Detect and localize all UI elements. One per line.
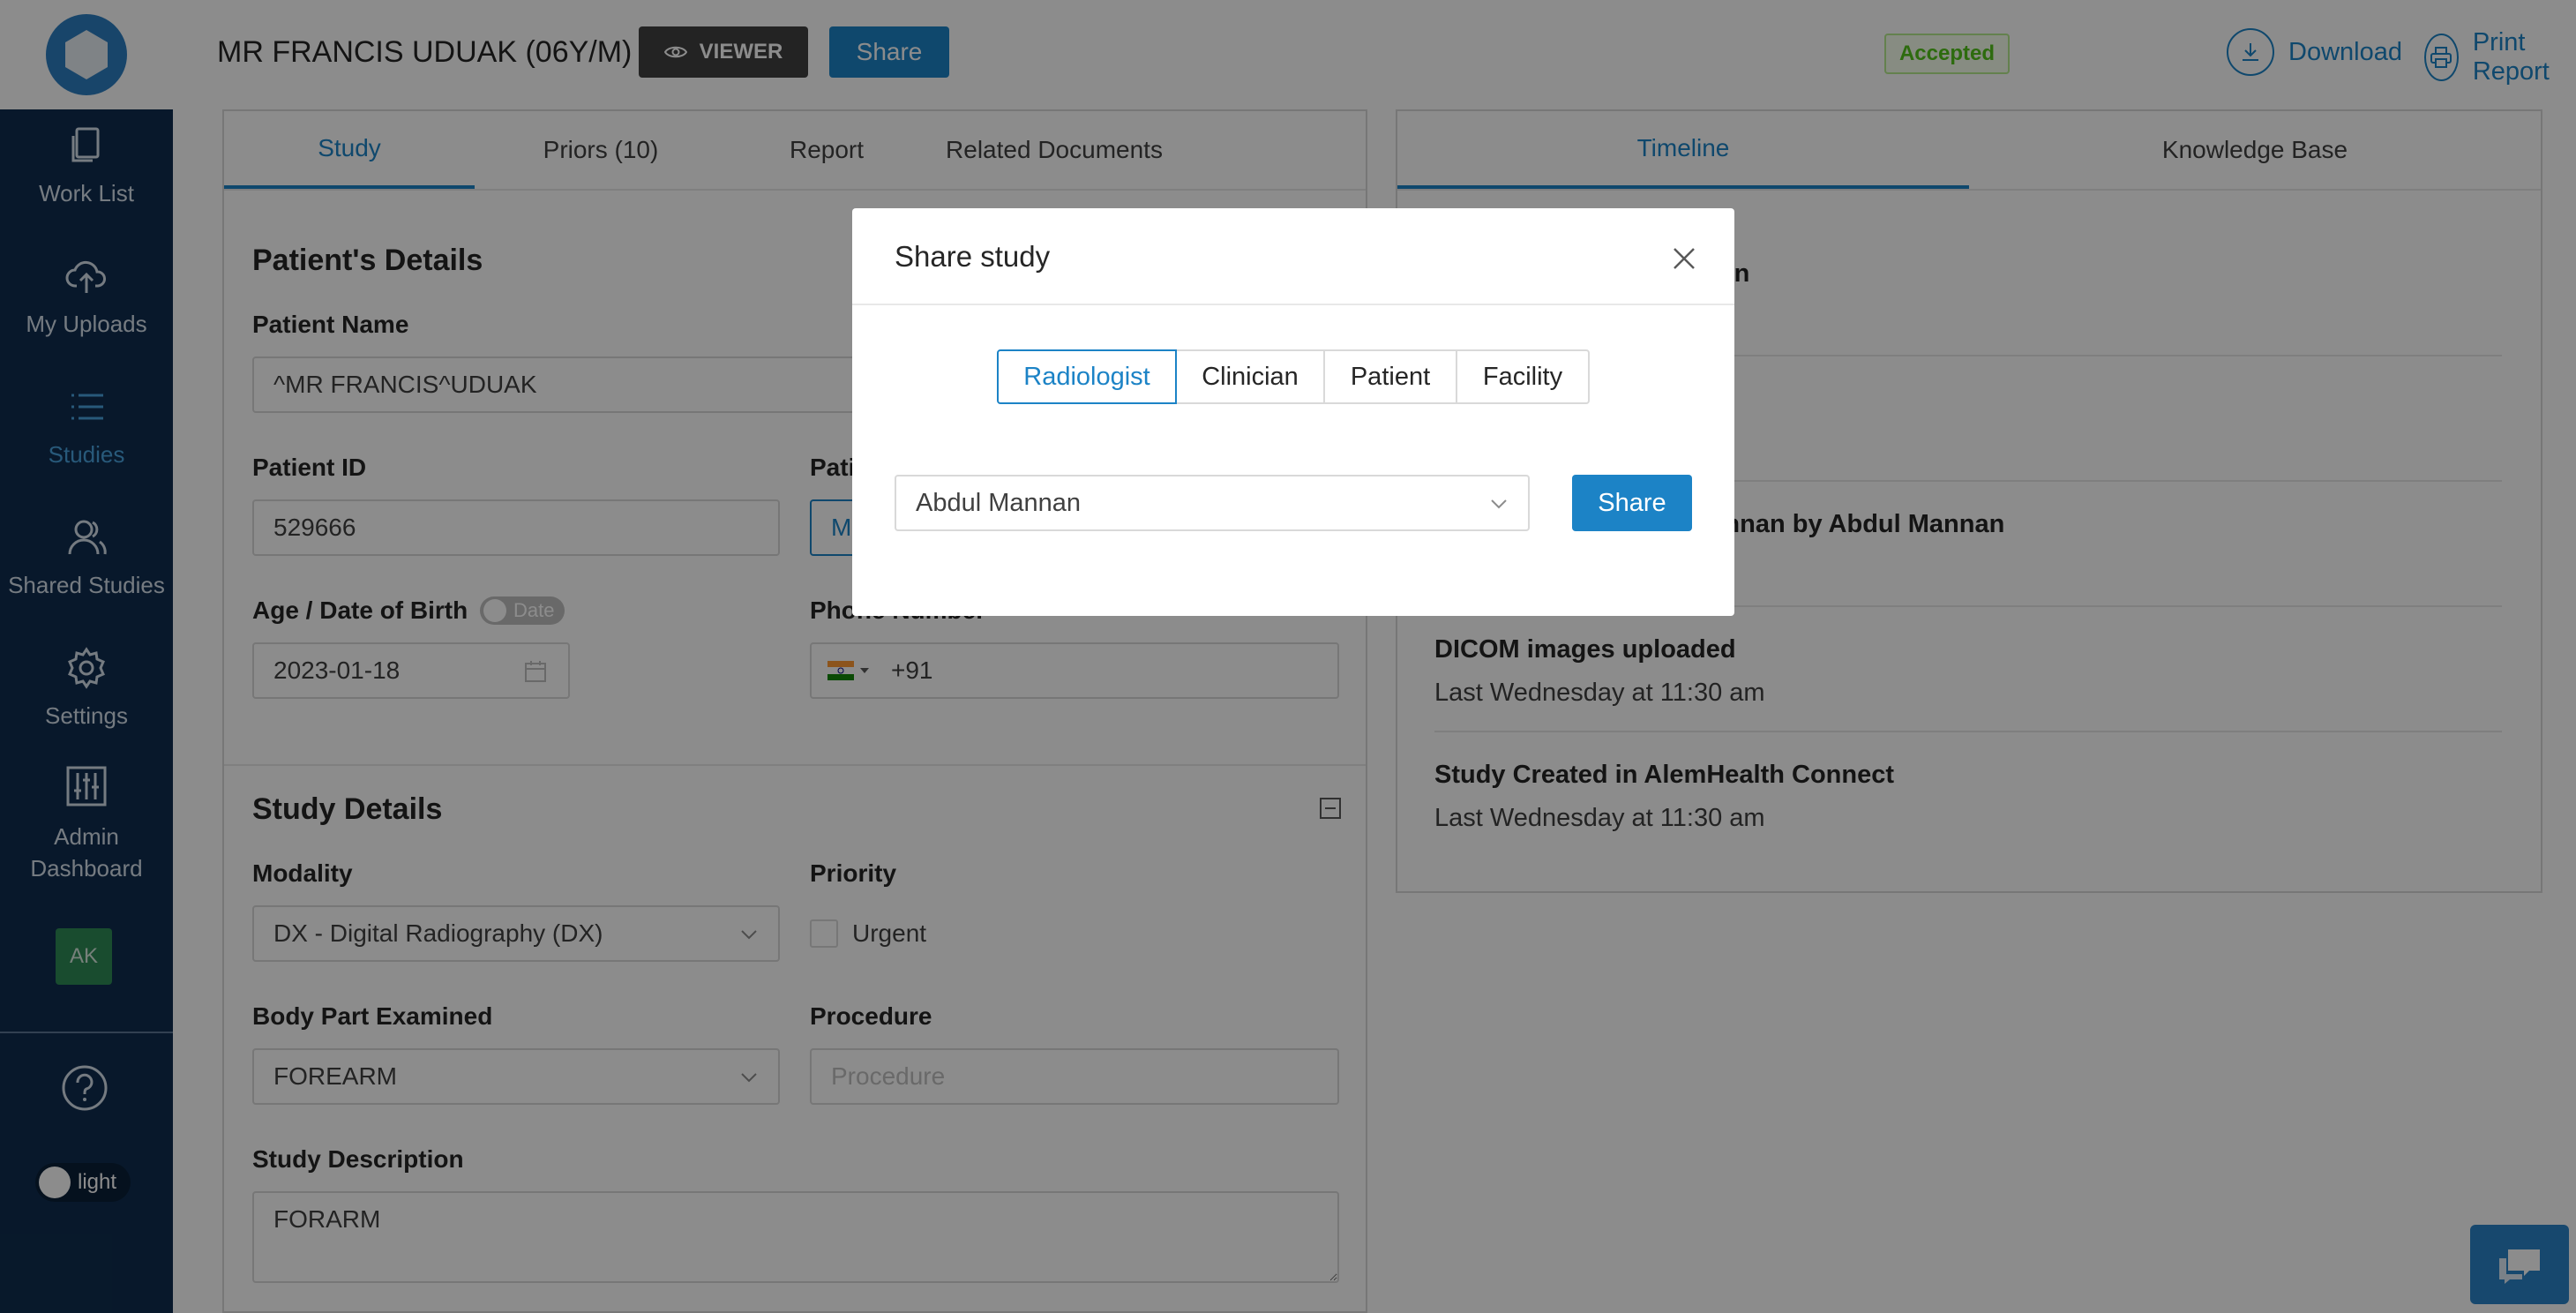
segment-facility[interactable]: Facility — [1456, 349, 1590, 404]
close-icon[interactable] — [1671, 245, 1697, 272]
chevron-down-icon — [1491, 499, 1507, 509]
segment-patient[interactable]: Patient — [1323, 349, 1457, 404]
recipient-type-segmented: Radiologist Clinician Patient Facility — [997, 349, 1590, 404]
modal-title: Share study — [895, 240, 1051, 273]
user-select[interactable]: Abdul Mannan — [895, 475, 1530, 531]
modal-header: Share study — [852, 208, 1734, 305]
modal-share-button[interactable]: Share — [1572, 475, 1692, 531]
selected-user: Abdul Mannan — [916, 488, 1082, 517]
segment-radiologist[interactable]: Radiologist — [997, 349, 1177, 404]
modal-overlay[interactable] — [0, 0, 2576, 1313]
share-study-modal: Share study Radiologist Clinician Patien… — [852, 208, 1734, 616]
segment-clinician[interactable]: Clinician — [1175, 349, 1325, 404]
